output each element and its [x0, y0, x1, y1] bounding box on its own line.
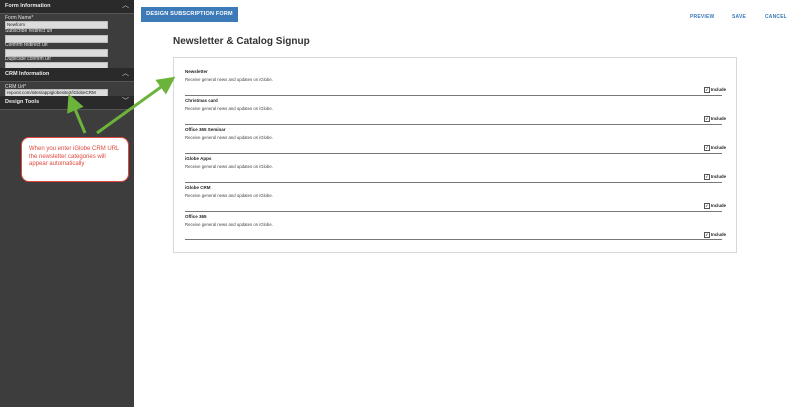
- arrow-to-newsletter-list: [96, 76, 176, 135]
- callout-text: When you enter iGlobe CRM URL the newsle…: [29, 146, 120, 167]
- annotation-arrows: [67, 76, 176, 135]
- annotation-callout: When you enter iGlobe CRM URL the newsle…: [21, 137, 129, 182]
- arrow-to-crm-url: [67, 93, 87, 134]
